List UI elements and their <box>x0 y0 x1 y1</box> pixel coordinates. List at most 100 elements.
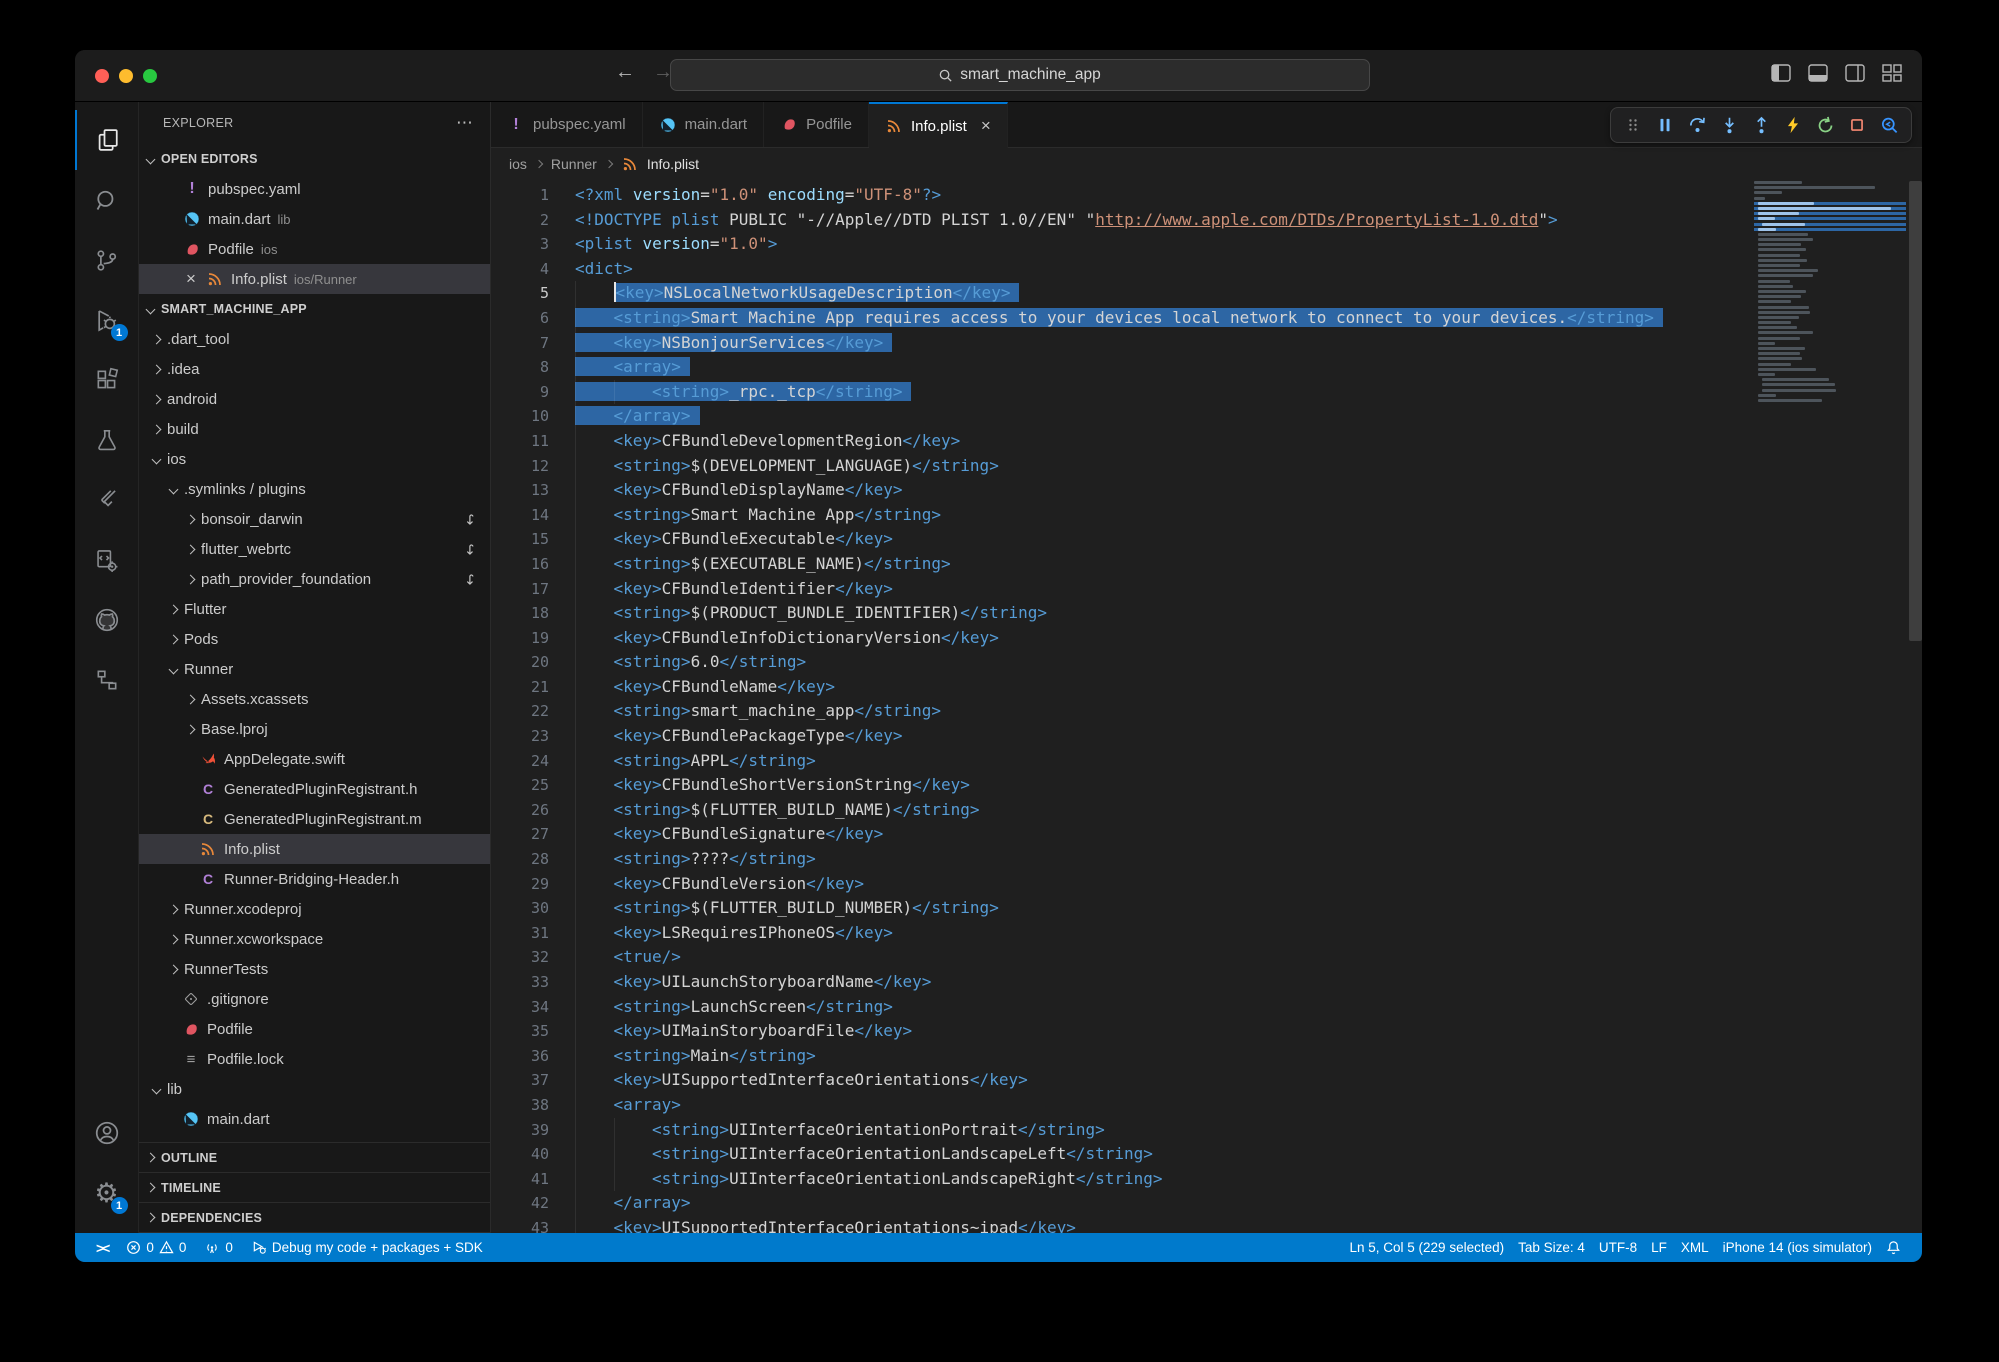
open-editor-main-dart[interactable]: main.dartlib <box>139 204 490 234</box>
code-line-42[interactable]: 42</array> <box>491 1191 1922 1216</box>
code-line-24[interactable]: 24<string>APPL</string> <box>491 749 1922 774</box>
tree-item-runner-xcodeproj[interactable]: Runner.xcodeproj <box>139 894 490 924</box>
code-line-40[interactable]: 40<string>UIInterfaceOrientationLandscap… <box>491 1142 1922 1167</box>
code-line-37[interactable]: 37<key>UISupportedInterfaceOrientations<… <box>491 1068 1922 1093</box>
code-line-2[interactable]: 2<!DOCTYPE plist PUBLIC "-//Apple//DTD P… <box>491 208 1922 233</box>
code-line-43[interactable]: 43<key>UISupportedInterfaceOrientations~… <box>491 1216 1922 1233</box>
code-line-7[interactable]: 7<key>NSBonjourServices</key> <box>491 331 1922 356</box>
activity-account-icon[interactable] <box>75 1103 139 1163</box>
code-line-20[interactable]: 20<string>6.0</string> <box>491 650 1922 675</box>
breadcrumb-runner[interactable]: Runner <box>551 156 597 172</box>
code-line-21[interactable]: 21<key>CFBundleName</key> <box>491 675 1922 700</box>
code-line-6[interactable]: 6<string>Smart Machine App requires acce… <box>491 306 1922 331</box>
line-number[interactable]: 20 <box>491 650 573 675</box>
open-editors-header[interactable]: OPEN EDITORS <box>139 144 490 174</box>
code-line-32[interactable]: 32<true/> <box>491 945 1922 970</box>
line-number[interactable]: 26 <box>491 798 573 823</box>
navigate-back-icon[interactable]: ← <box>615 61 635 84</box>
line-number[interactable]: 25 <box>491 773 573 798</box>
tree-item-ios[interactable]: ios <box>139 444 490 474</box>
tree-item--idea[interactable]: .idea <box>139 354 490 384</box>
activity-search-icon[interactable] <box>75 170 139 230</box>
tree-item-podfile[interactable]: Podfile <box>139 1014 490 1044</box>
activity-settings-icon[interactable]: ⚙1 <box>75 1163 139 1223</box>
eol-sequence[interactable]: LF <box>1644 1240 1674 1255</box>
code-line-23[interactable]: 23<key>CFBundlePackageType</key> <box>491 724 1922 749</box>
close-window-button[interactable] <box>95 69 109 83</box>
remote-indicator[interactable]: >< <box>89 1233 115 1262</box>
code-line-29[interactable]: 29<key>CFBundleVersion</key> <box>491 872 1922 897</box>
code-line-28[interactable]: 28<string>????</string> <box>491 847 1922 872</box>
activity-explorer-icon[interactable] <box>75 110 139 170</box>
line-number[interactable]: 19 <box>491 626 573 651</box>
line-number[interactable]: 16 <box>491 552 573 577</box>
line-number[interactable]: 33 <box>491 970 573 995</box>
activity-github-icon[interactable] <box>75 590 139 650</box>
line-number[interactable]: 12 <box>491 454 573 479</box>
line-number[interactable]: 43 <box>491 1216 573 1233</box>
line-number[interactable]: 11 <box>491 429 573 454</box>
cursor-position[interactable]: Ln 5, Col 5 (229 selected) <box>1343 1240 1512 1255</box>
code-line-13[interactable]: 13<key>CFBundleDisplayName</key> <box>491 478 1922 503</box>
code-line-35[interactable]: 35<key>UIMainStoryboardFile</key> <box>491 1019 1922 1044</box>
line-number[interactable]: 2 <box>491 208 573 233</box>
tree-item--symlinks-plugins[interactable]: .symlinks / plugins <box>139 474 490 504</box>
toggle-primary-sidebar-icon[interactable] <box>1771 64 1791 82</box>
section-timeline[interactable]: TIMELINE <box>139 1173 490 1203</box>
tree-item-path-provider-foundation[interactable]: path_provider_foundation↪ <box>139 564 490 594</box>
tree-item-main-dart[interactable]: main.dart <box>139 1104 490 1134</box>
line-number[interactable]: 24 <box>491 749 573 774</box>
code-line-8[interactable]: 8<array> <box>491 355 1922 380</box>
project-root-header[interactable]: SMART_MACHINE_APP <box>139 294 490 324</box>
line-number[interactable]: 10 <box>491 404 573 429</box>
code-line-12[interactable]: 12<string>$(DEVELOPMENT_LANGUAGE)</strin… <box>491 454 1922 479</box>
code-line-15[interactable]: 15<key>CFBundleExecutable</key> <box>491 527 1922 552</box>
tree-item-bonsoir-darwin[interactable]: bonsoir_darwin↪ <box>139 504 490 534</box>
encoding[interactable]: UTF-8 <box>1592 1240 1644 1255</box>
tab-main-dart[interactable]: main.dart <box>643 102 765 147</box>
line-number[interactable]: 32 <box>491 945 573 970</box>
activity-references-icon[interactable] <box>75 650 139 710</box>
line-number[interactable]: 28 <box>491 847 573 872</box>
editor-scrollbar[interactable] <box>1909 181 1922 641</box>
open-editor-info-plist[interactable]: ×Info.plistios/Runner <box>139 264 490 294</box>
code-line-5[interactable]: 5<key>NSLocalNetworkUsageDescription</ke… <box>491 281 1922 306</box>
line-number[interactable]: 13 <box>491 478 573 503</box>
problems-indicator[interactable]: 0 0 <box>119 1233 193 1262</box>
activity-extensions-icon[interactable] <box>75 350 139 410</box>
tree-item-runner[interactable]: Runner <box>139 654 490 684</box>
line-number[interactable]: 36 <box>491 1044 573 1069</box>
code-line-27[interactable]: 27<key>CFBundleSignature</key> <box>491 822 1922 847</box>
pause-icon[interactable] <box>1651 111 1679 139</box>
open-editor-podfile[interactable]: Podfileios <box>139 234 490 264</box>
line-number[interactable]: 23 <box>491 724 573 749</box>
line-number[interactable]: 34 <box>491 995 573 1020</box>
tab-podfile[interactable]: Podfile <box>764 102 869 147</box>
tree-item-flutter-webrtc[interactable]: flutter_webrtc↪ <box>139 534 490 564</box>
ports-indicator[interactable]: 0 <box>197 1233 240 1262</box>
code-line-26[interactable]: 26<string>$(FLUTTER_BUILD_NAME)</string> <box>491 798 1922 823</box>
title-bar[interactable]: ← → smart_machine_app <box>75 50 1922 102</box>
line-number[interactable]: 18 <box>491 601 573 626</box>
code-line-9[interactable]: 9<string>_rpc._tcp</string> <box>491 380 1922 405</box>
tree-item-generatedpluginregistrant-h[interactable]: CGeneratedPluginRegistrant.h <box>139 774 490 804</box>
code-line-19[interactable]: 19<key>CFBundleInfoDictionaryVersion</ke… <box>491 626 1922 651</box>
line-number[interactable]: 4 <box>491 257 573 282</box>
code-line-39[interactable]: 39<string>UIInterfaceOrientationPortrait… <box>491 1118 1922 1143</box>
tree-item-pods[interactable]: Pods <box>139 624 490 654</box>
restart-icon[interactable] <box>1811 111 1839 139</box>
code-line-18[interactable]: 18<string>$(PRODUCT_BUNDLE_IDENTIFIER)</… <box>491 601 1922 626</box>
code-line-34[interactable]: 34<string>LaunchScreen</string> <box>491 995 1922 1020</box>
code-editor[interactable]: 1<?xml version="1.0" encoding="UTF-8"?>2… <box>491 179 1922 1233</box>
line-number[interactable]: 7 <box>491 331 573 356</box>
code-line-33[interactable]: 33<key>UILaunchStoryboardName</key> <box>491 970 1922 995</box>
line-number[interactable]: 15 <box>491 527 573 552</box>
line-number[interactable]: 14 <box>491 503 573 528</box>
minimap[interactable] <box>1754 181 1906 404</box>
hot-reload-icon[interactable] <box>1779 111 1807 139</box>
line-number[interactable]: 21 <box>491 675 573 700</box>
code-line-14[interactable]: 14<string>Smart Machine App</string> <box>491 503 1922 528</box>
debug-configuration[interactable]: Debug my code + packages + SDK <box>244 1233 490 1262</box>
line-number[interactable]: 9 <box>491 380 573 405</box>
notifications-bell[interactable] <box>1879 1240 1908 1255</box>
